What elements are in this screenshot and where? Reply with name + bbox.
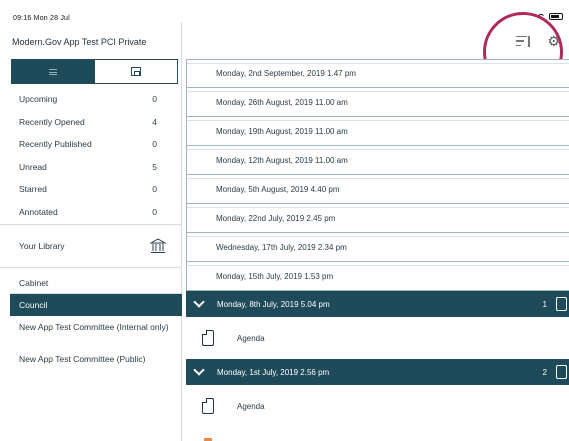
filter-recently-opened[interactable]: Recently Opened 4 (0, 111, 182, 134)
status-time-date: 09:16 Mon 28 Jul (13, 15, 70, 22)
document-icon (201, 329, 214, 346)
meeting-list: Monday, 2nd September, 2019 1.47 pm Mond… (186, 59, 569, 427)
status-bar: 09:16 Mon 28 Jul (0, 0, 569, 22)
sidebar-title: Modern.Gov App Test PCI Private (12, 37, 147, 47)
library-label: Your Library (19, 241, 65, 251)
meeting-date-label: Monday, 8th July, 2019 5.04 pm (217, 299, 330, 309)
sidebar: Modern.Gov App Test PCI Private Upcoming… (0, 22, 182, 441)
document-icon (201, 397, 214, 414)
meeting-row[interactable]: Monday, 5th August, 2019 4.40 pm (186, 175, 569, 204)
filter-starred[interactable]: Starred 0 (0, 178, 182, 201)
filter-label: Annotated (19, 206, 58, 217)
meeting-row[interactable]: Wednesday, 17th July, 2019 2.34 pm (186, 233, 569, 262)
filter-label: Recently Opened (19, 116, 85, 127)
list-icon (49, 68, 58, 75)
meeting-row[interactable]: Monday, 2nd September, 2019 1.47 pm (186, 59, 569, 88)
filter-count: 0 (152, 94, 157, 105)
committee-cabinet[interactable]: Cabinet (10, 272, 182, 294)
filter-label: Unread (19, 161, 47, 172)
committee-list: Cabinet Council New App Test Committee (… (0, 272, 182, 380)
filter-label: Starred (19, 184, 47, 195)
library-icon (150, 238, 166, 253)
filter-upcoming[interactable]: Upcoming 0 (0, 88, 182, 111)
filter-count: 0 (152, 184, 157, 195)
committee-new-app-test-internal[interactable]: New App Test Committee (Internal only) (0, 316, 182, 348)
calendar-icon (130, 67, 141, 76)
meeting-row[interactable]: Monday, 12th August, 2019 11.00 am (186, 146, 569, 175)
filter-count: 0 (152, 206, 157, 217)
view-toggle (11, 59, 178, 84)
filter-count: 5 (152, 161, 157, 172)
your-library-item[interactable]: Your Library (0, 224, 182, 268)
agenda-label: Agenda (237, 333, 265, 343)
battery-icon (549, 13, 563, 20)
list-view-button[interactable] (12, 60, 95, 83)
committee-council[interactable]: Council (10, 294, 182, 316)
committee-new-app-test-public[interactable]: New App Test Committee (Public) (0, 348, 182, 380)
meeting-row[interactable]: Monday, 26th August, 2019 11.00 am (186, 88, 569, 117)
chevron-down-icon (193, 364, 205, 376)
document-icon (556, 297, 567, 311)
agenda-label: Agenda (237, 401, 265, 411)
document-icon (556, 365, 567, 379)
chevron-down-icon (193, 296, 205, 308)
expanded-meeting-header[interactable]: Monday, 8th July, 2019 5.04 pm 1 (186, 291, 569, 317)
filter-count: 4 (152, 116, 157, 127)
agenda-item[interactable]: Agenda (186, 317, 569, 359)
filter-list: Upcoming 0 Recently Opened 4 Recently Pu… (0, 88, 182, 223)
meeting-date-label: Monday, 1st July, 2019 2.56 pm (217, 367, 330, 377)
document-count: 2 (542, 368, 547, 377)
filter-label: Upcoming (19, 94, 58, 105)
filter-unread[interactable]: Unread 5 (0, 156, 182, 179)
filter-recently-published[interactable]: Recently Published 0 (0, 133, 182, 156)
expanded-meeting-header[interactable]: Monday, 1st July, 2019 2.56 pm 2 (186, 359, 569, 385)
meeting-row[interactable]: Monday, 22nd July, 2019 2.45 pm (186, 204, 569, 233)
calendar-view-button[interactable] (95, 60, 178, 83)
filter-label: Recently Published (19, 139, 92, 150)
filter-annotated[interactable]: Annotated 0 (0, 201, 182, 224)
meeting-row[interactable]: Monday, 19th August, 2019 11.00 am (186, 117, 569, 146)
document-count: 1 (542, 300, 547, 309)
agenda-item[interactable]: Agenda (186, 385, 569, 427)
filter-count: 0 (152, 139, 157, 150)
meeting-row[interactable]: Monday, 15th July, 2019 1.53 pm (186, 262, 569, 291)
